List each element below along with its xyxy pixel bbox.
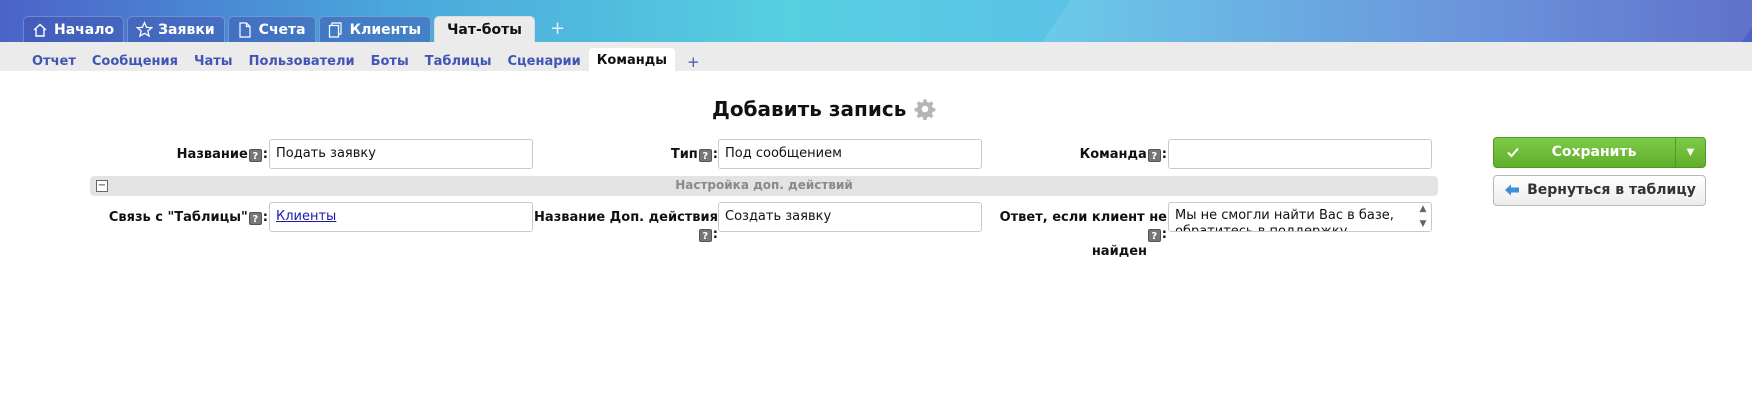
page-title-text: Добавить запись	[712, 97, 907, 121]
help-icon[interactable]: ?	[698, 149, 712, 162]
back-to-table-button[interactable]: Вернуться в таблицу	[1493, 175, 1706, 206]
save-dropdown-button[interactable]: ▼	[1675, 138, 1705, 167]
subtab-scenarios[interactable]: Сценарии	[499, 51, 588, 73]
sub-navigation-bar: Отчет Сообщения Чаты Пользователи Боты Т…	[0, 42, 1752, 73]
add-subtab-button[interactable]: +	[675, 51, 712, 73]
command-label: Команда?:	[1050, 146, 1167, 163]
save-button[interactable]: Сохранить ▼	[1493, 137, 1706, 168]
link-label-text: Связь с "Таблицы"	[108, 210, 248, 225]
top-navigation-bar: Начало Заявки Счета Клиенты Чат-боты +	[0, 0, 1752, 42]
help-icon[interactable]: ?	[698, 229, 712, 242]
section-title: Настройка доп. действий	[675, 178, 853, 192]
action-name-field-value: Создать заявку	[725, 209, 832, 224]
not-found-label: Ответ, если клиент не?: найден	[990, 209, 1167, 260]
tab-label: Начало	[54, 21, 115, 38]
top-tabs: Начало Заявки Счета Клиенты Чат-боты +	[23, 16, 565, 42]
textarea-line2: обратитесь в поддержку	[1175, 224, 1348, 232]
subtab-messages[interactable]: Сообщения	[84, 51, 186, 73]
type-field[interactable]: Под сообщением	[718, 139, 982, 169]
textarea-line1: Мы не смогли найти Вас в базе,	[1175, 208, 1394, 223]
help-icon[interactable]: ?	[248, 149, 262, 162]
tab-label: Клиенты	[349, 21, 422, 38]
command-label-text: Команда	[1079, 147, 1147, 162]
not-found-label-line2: найден	[1091, 244, 1147, 259]
help-icon[interactable]: ?	[248, 212, 262, 225]
action-name-label: Название Доп. действия?:	[520, 209, 718, 243]
back-button-label: Вернуться в таблицу	[1527, 182, 1696, 198]
subtab-commands[interactable]: Команды	[588, 48, 675, 73]
label-colon: :	[1161, 227, 1167, 242]
subtab-bots[interactable]: Боты	[363, 51, 417, 73]
label-colon: :	[262, 210, 268, 225]
tab-clients[interactable]: Клиенты	[318, 16, 432, 42]
subtab-tables[interactable]: Таблицы	[417, 51, 500, 73]
link-field[interactable]: Клиенты	[269, 202, 533, 232]
subtab-report[interactable]: Отчет	[24, 51, 84, 73]
link-field-value[interactable]: Клиенты	[276, 209, 336, 224]
home-icon	[31, 21, 49, 39]
name-field[interactable]: Подать заявку	[269, 139, 533, 169]
arrow-left-icon	[1504, 183, 1520, 201]
name-label-text: Название	[176, 147, 248, 162]
not-found-label-line1: Ответ, если клиент не	[999, 210, 1167, 225]
subtab-chats[interactable]: Чаты	[186, 51, 241, 73]
help-icon[interactable]: ?	[1147, 229, 1161, 242]
gear-icon[interactable]	[914, 98, 936, 120]
type-label-text: Тип	[670, 147, 698, 162]
type-field-value: Под сообщением	[725, 146, 842, 161]
sub-tabs: Отчет Сообщения Чаты Пользователи Боты Т…	[24, 48, 712, 73]
not-found-textarea[interactable]: Мы не смогли найти Вас в базе, обратитес…	[1168, 202, 1432, 232]
scroll-down-icon[interactable]: ▼	[1420, 220, 1427, 229]
tab-home[interactable]: Начало	[23, 16, 125, 42]
textarea-scrollbar[interactable]: ▲ ▼	[1418, 205, 1428, 229]
document-icon	[236, 21, 254, 39]
name-label: Название?:	[150, 146, 268, 163]
help-icon[interactable]: ?	[1147, 149, 1161, 162]
subtab-users[interactable]: Пользователи	[241, 51, 363, 73]
tab-label: Чат-боты	[447, 22, 522, 38]
command-field[interactable]	[1168, 139, 1432, 169]
scroll-up-icon[interactable]: ▲	[1420, 205, 1427, 214]
save-button-label: Сохранить	[1551, 144, 1637, 160]
page-title: Добавить запись	[712, 97, 936, 121]
action-name-field[interactable]: Создать заявку	[718, 202, 982, 232]
copy-icon	[327, 21, 345, 39]
tab-invoices[interactable]: Счета	[227, 16, 316, 42]
star-icon	[135, 21, 153, 39]
label-colon: :	[1161, 147, 1167, 162]
link-label: Связь с "Таблицы"?:	[100, 209, 268, 226]
name-field-value: Подать заявку	[276, 146, 376, 161]
tab-chatbots[interactable]: Чат-боты	[434, 16, 535, 42]
type-label: Тип?:	[620, 146, 718, 163]
tab-label: Счета	[258, 21, 306, 38]
tab-label: Заявки	[158, 21, 215, 38]
add-tab-button[interactable]: +	[550, 16, 565, 42]
check-icon	[1506, 145, 1520, 163]
label-colon: :	[262, 147, 268, 162]
header-decoration	[1007, 0, 1752, 42]
tab-requests[interactable]: Заявки	[127, 16, 225, 42]
extra-actions-section-header[interactable]: − Настройка доп. действий	[90, 176, 1438, 196]
action-name-label-text: Название Доп. действия	[534, 210, 718, 225]
